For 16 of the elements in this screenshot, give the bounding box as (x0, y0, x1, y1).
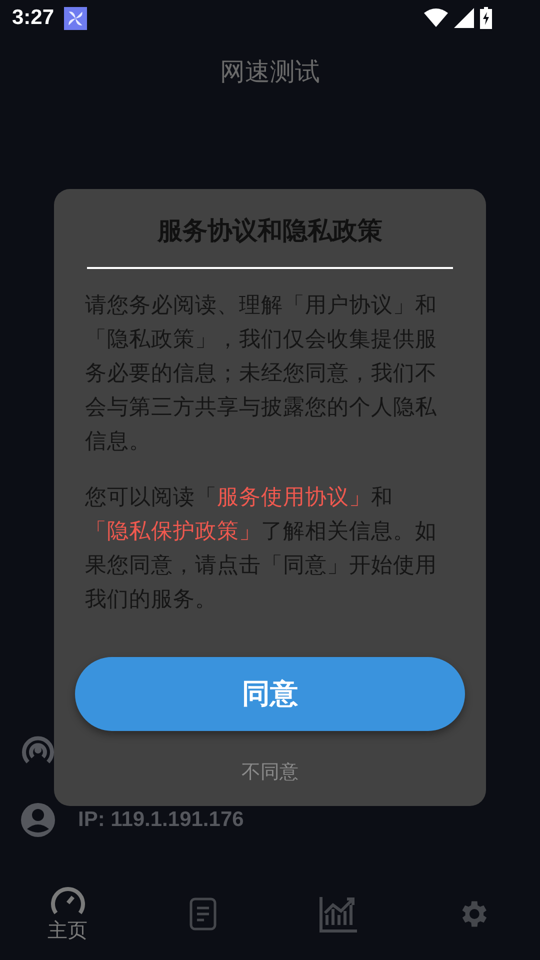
agree-button[interactable]: 同意 (75, 657, 465, 731)
signal-icon (454, 8, 474, 28)
ip-address: IP: 119.1.191.176 (78, 808, 244, 832)
pinwheel-icon (64, 6, 88, 30)
battery-charging-icon (480, 7, 492, 29)
disagree-button[interactable]: 不同意 (232, 755, 308, 789)
document-icon (188, 897, 216, 931)
nav-tab[interactable]: 主页 (0, 868, 135, 960)
policy-link[interactable]: 服务使用协议」 (217, 485, 371, 510)
user-icon (20, 802, 56, 838)
gauge-icon (50, 884, 86, 914)
policy-link[interactable]: 「隐私保护政策」 (85, 519, 261, 544)
status-time: 3:27 (12, 6, 54, 30)
wifi-icon (424, 8, 448, 28)
chart-icon (318, 895, 356, 933)
app-title: 网速测试 (220, 56, 320, 88)
